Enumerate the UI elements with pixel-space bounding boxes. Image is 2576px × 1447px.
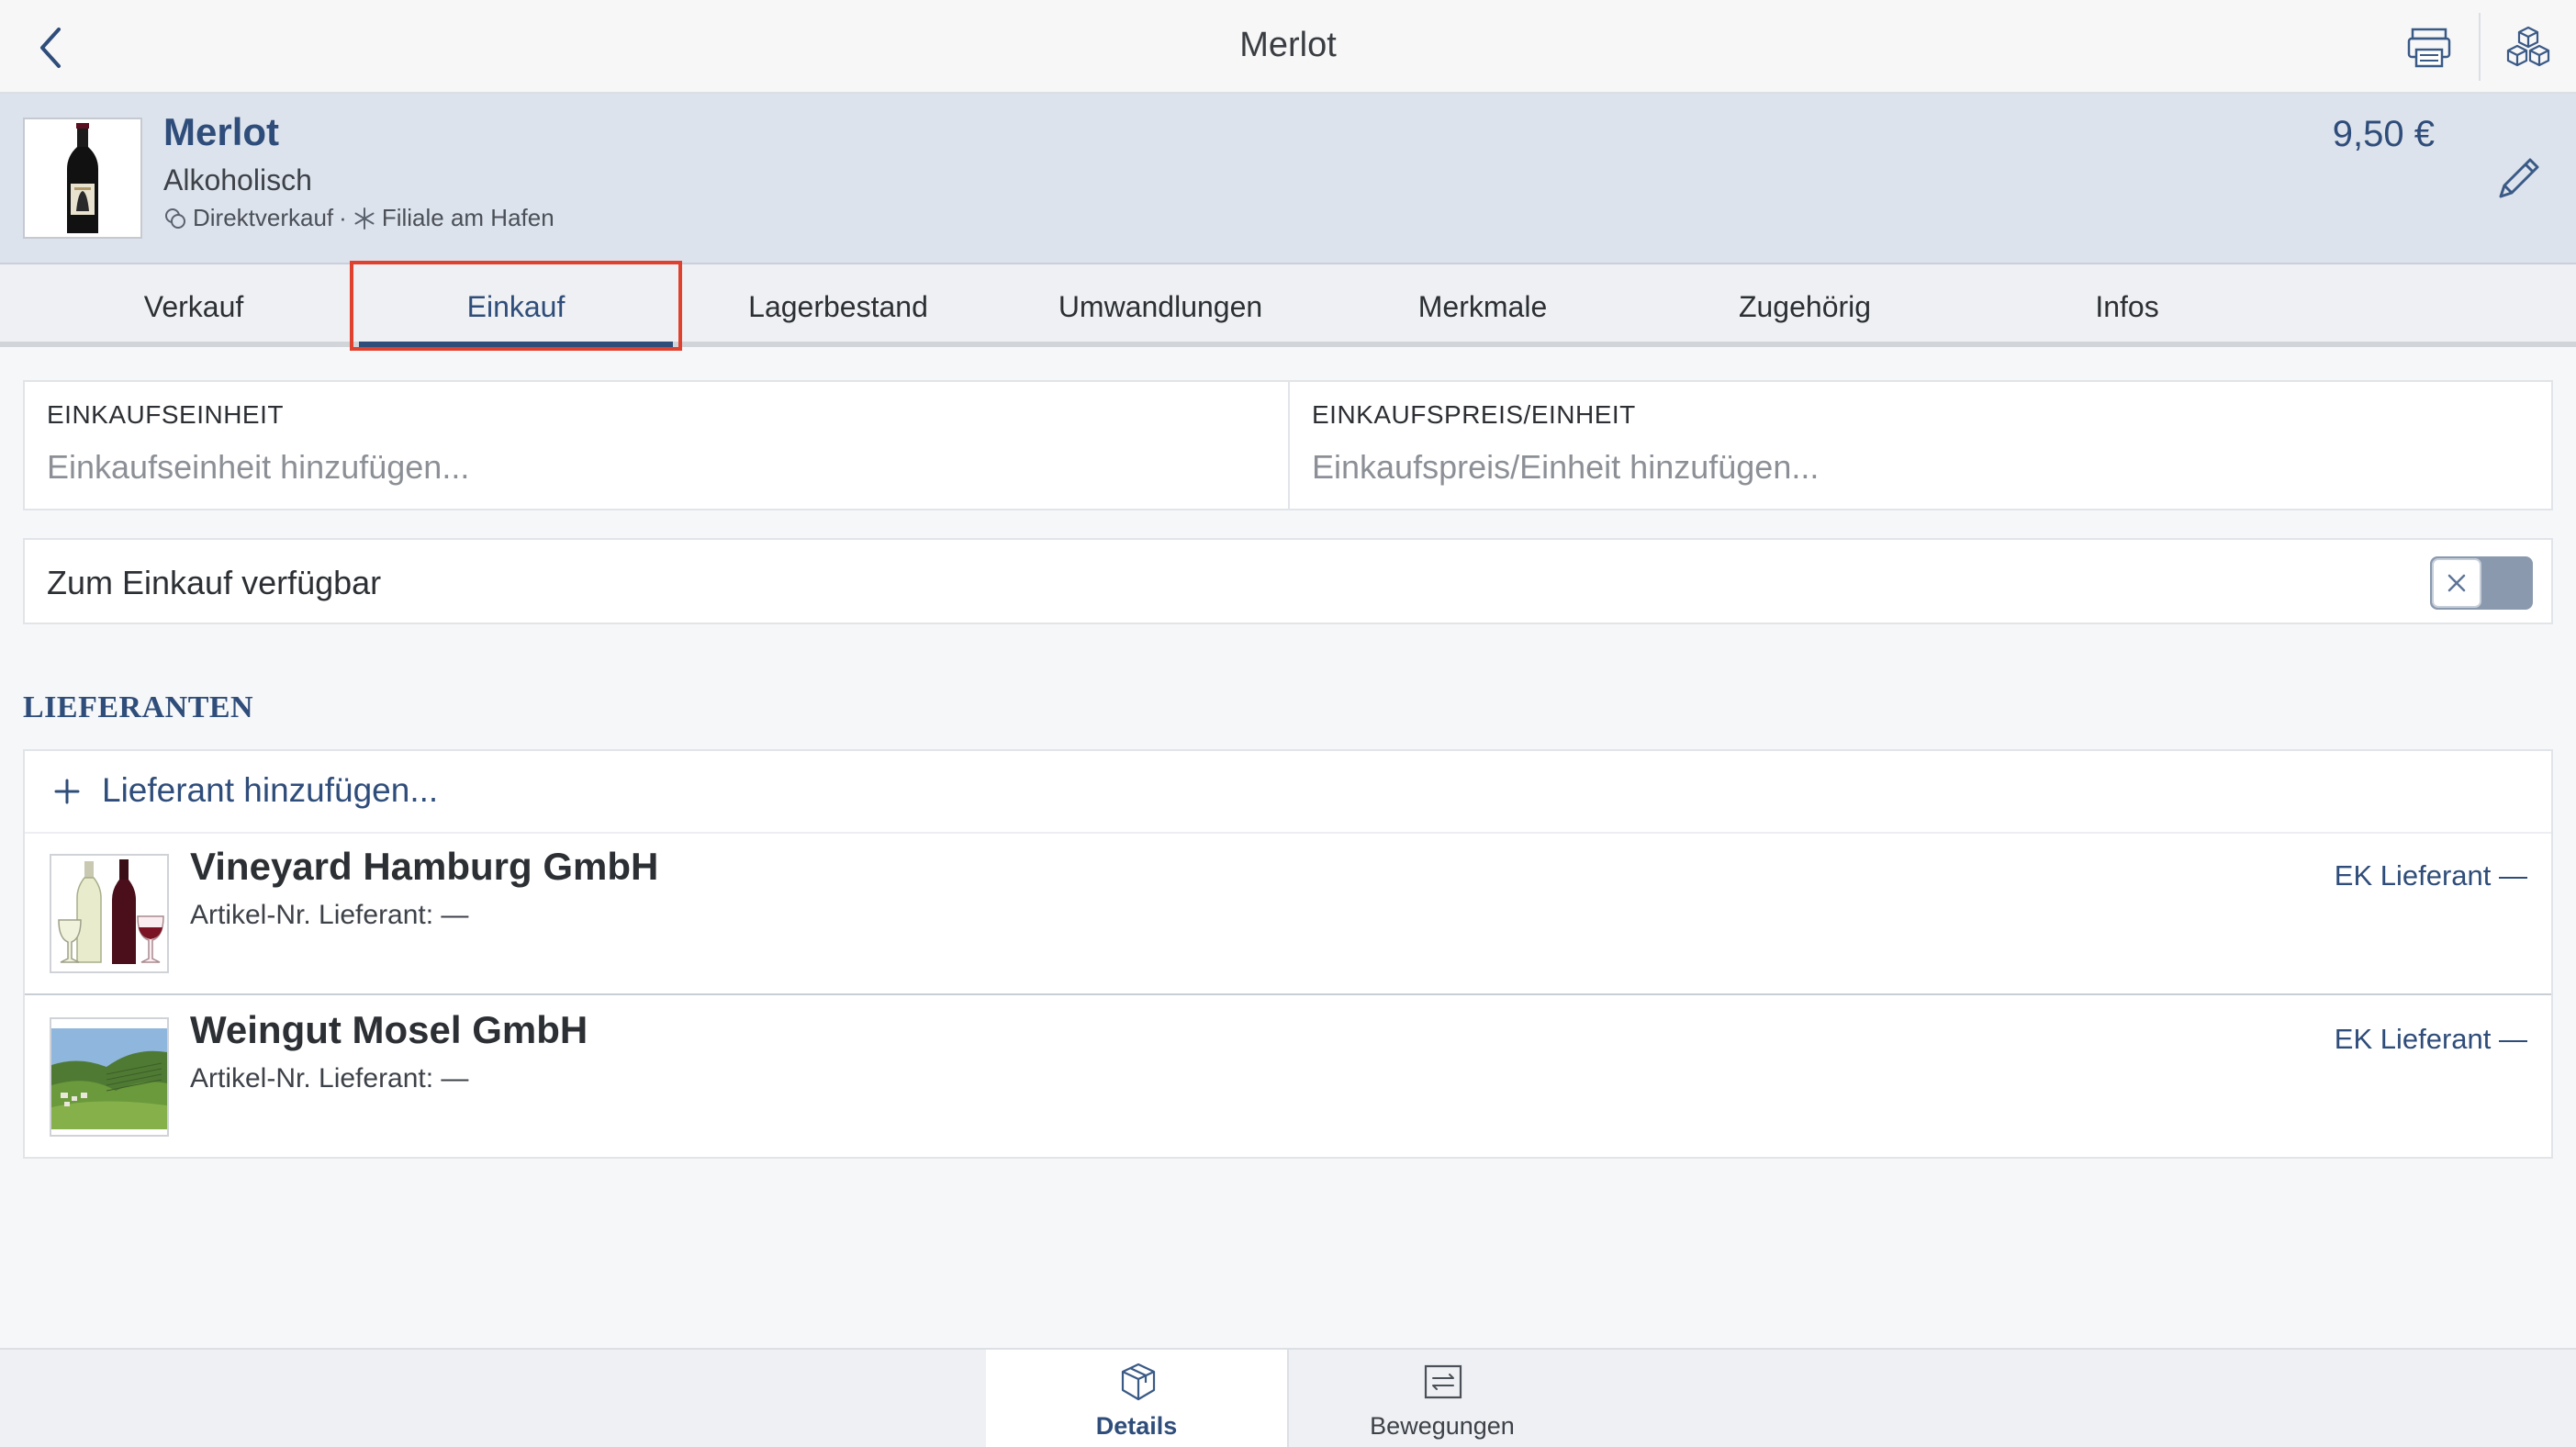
- purchase-available-toggle[interactable]: [2430, 556, 2533, 610]
- transfer-icon: [1424, 1364, 1462, 1399]
- wine-bottle-icon: [67, 123, 98, 233]
- tab-verkauf[interactable]: Verkauf: [33, 264, 354, 342]
- tab-infos[interactable]: Infos: [1966, 264, 2288, 342]
- purchase-available-row: Zum Einkauf verfügbar: [23, 538, 2553, 624]
- purchase-price-input[interactable]: [1312, 444, 2531, 490]
- supplier-image: [50, 1017, 169, 1137]
- tab-einkauf[interactable]: Einkauf: [355, 264, 677, 347]
- product-image: [23, 118, 142, 239]
- sales-channel: Direktverkauf: [193, 204, 334, 231]
- plus-icon: [54, 779, 80, 804]
- tab-bar: Verkauf Einkauf Lagerbestand Umwandlunge…: [0, 264, 2576, 347]
- nav-divider: [2479, 13, 2481, 81]
- product-price: 9,50 €: [2332, 114, 2435, 154]
- product-name: Merlot: [163, 110, 279, 153]
- product-category: Alkoholisch: [163, 163, 312, 196]
- package-icon: [1121, 1363, 1156, 1401]
- bottom-tab-details[interactable]: Details: [986, 1350, 1289, 1447]
- purchase-available-label: Zum Einkauf verfügbar: [47, 564, 382, 601]
- supplier-article-number: Artikel-Nr. Lieferant: —: [190, 1063, 469, 1094]
- purchase-price-label: EINKAUFSPREIS/EINHEIT: [1312, 400, 1636, 429]
- add-supplier-button[interactable]: Lieferant hinzufügen...: [25, 751, 2551, 834]
- product-header: Merlot Alkoholisch Direktverkauf · Filia…: [0, 94, 2576, 264]
- meta-separator: ·: [339, 204, 347, 231]
- vineyard-landscape-image: [51, 1019, 167, 1135]
- bottom-tab-movements[interactable]: Bewegungen: [1291, 1350, 1594, 1447]
- product-meta: Direktverkauf · Filiale am Hafen: [163, 204, 554, 232]
- tab-lagerbestand[interactable]: Lagerbestand: [678, 264, 999, 342]
- print-button[interactable]: [2405, 24, 2453, 72]
- supplier-purchase-price: EK Lieferant —: [2334, 1023, 2527, 1055]
- suppliers-section-title: LIEFERANTEN: [23, 690, 254, 724]
- supplier-name: Weingut Mosel GmbH: [190, 1008, 588, 1051]
- top-navigation-bar: Merlot: [0, 0, 2576, 94]
- supplier-row[interactable]: Vineyard Hamburg GmbH Artikel-Nr. Liefer…: [25, 834, 2551, 995]
- snowflake-icon: [354, 207, 375, 230]
- bottom-tab-movements-label: Bewegungen: [1370, 1412, 1515, 1440]
- edit-button[interactable]: [2492, 151, 2547, 206]
- wine-glasses-image: [51, 856, 167, 971]
- printer-icon: [2407, 28, 2451, 68]
- supplier-name: Vineyard Hamburg GmbH: [190, 845, 659, 888]
- tab-zugehoerig[interactable]: Zugehörig: [1644, 264, 1966, 342]
- coins-icon: [165, 208, 185, 229]
- branch-name: Filiale am Hafen: [381, 204, 554, 231]
- supplier-article-number: Artikel-Nr. Lieferant: —: [190, 900, 469, 930]
- add-supplier-label: Lieferant hinzufügen...: [102, 771, 439, 809]
- purchase-fields: EINKAUFSEINHEIT EINKAUFSPREIS/EINHEIT: [23, 380, 2553, 510]
- suppliers-list: Lieferant hinzufügen... Vineyard Hamburg…: [23, 749, 2553, 1159]
- inventory-button[interactable]: [2504, 24, 2552, 72]
- purchase-unit-label: EINKAUFSEINHEIT: [47, 400, 284, 429]
- pencil-icon: [2499, 158, 2539, 198]
- bottom-tab-details-label: Details: [1095, 1412, 1178, 1440]
- tab-merkmale[interactable]: Merkmale: [1322, 264, 1643, 342]
- page-title: Merlot: [1239, 26, 1337, 64]
- supplier-row[interactable]: Weingut Mosel GmbH Artikel-Nr. Lieferant…: [25, 997, 2551, 1159]
- supplier-purchase-price: EK Lieferant —: [2334, 859, 2527, 892]
- tab-umwandlungen[interactable]: Umwandlungen: [1000, 264, 1321, 342]
- purchase-unit-field: EINKAUFSEINHEIT: [25, 382, 1290, 509]
- purchase-unit-input[interactable]: [47, 444, 1266, 490]
- close-icon: [2447, 574, 2466, 592]
- supplier-image: [50, 854, 169, 973]
- boxes-icon: [2506, 26, 2550, 67]
- purchase-price-field: EINKAUFSPREIS/EINHEIT: [1290, 382, 2553, 509]
- bottom-navigation: Details Bewegungen: [0, 1348, 2576, 1447]
- toggle-knob: [2432, 558, 2481, 608]
